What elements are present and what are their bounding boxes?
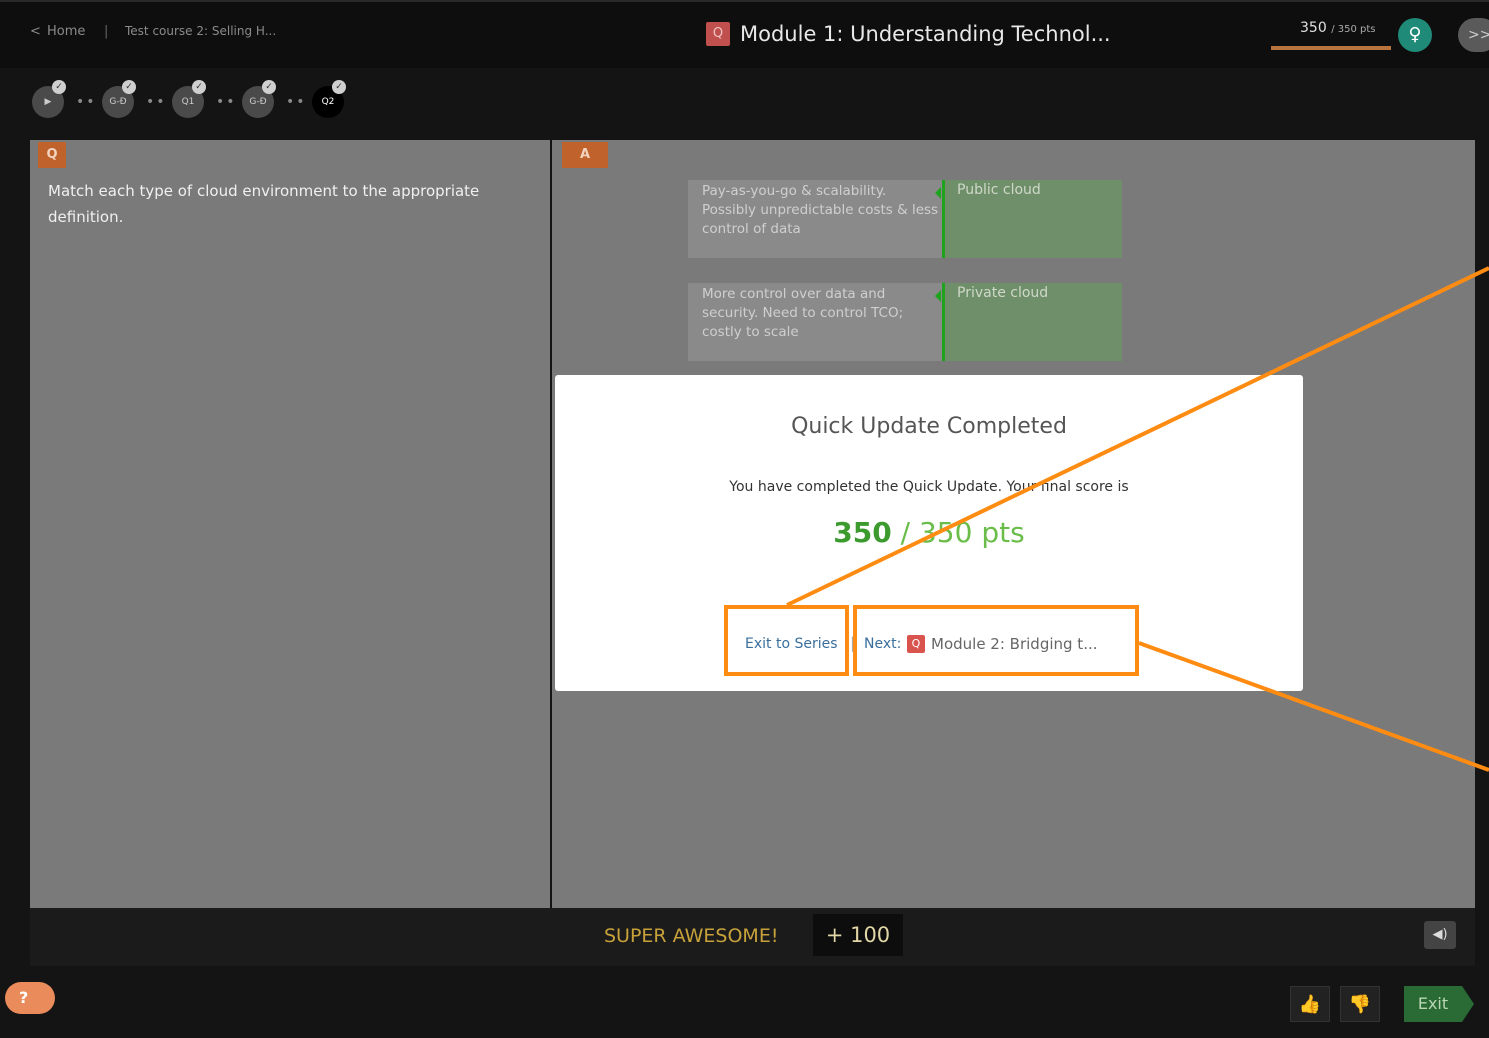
final-score-value: 350 [833,516,892,549]
back-chevron-icon[interactable]: < [30,24,41,39]
step-complete-check-icon: ✓ [332,80,346,94]
quiz-type-icon: Q [706,22,730,46]
thumbs-down-icon[interactable]: 👎 [1340,986,1380,1022]
answer-tag: A [562,142,608,168]
modal-title: Quick Update Completed [791,414,1067,439]
points-display: 350 / 350 pts [1300,20,1375,36]
step-connector: •• [216,94,237,110]
step-complete-check-icon: ✓ [52,80,66,94]
step-complete-check-icon: ✓ [192,80,206,94]
exit-to-series-highlight [724,605,849,676]
home-link[interactable]: Home [47,24,85,39]
points-value: 350 [1300,20,1327,36]
match-definition[interactable]: More control over data and security. Nee… [688,283,942,361]
sound-icon[interactable]: ◀) [1424,921,1456,949]
match-answer[interactable]: Public cloud [942,180,1122,258]
match-connector [935,187,941,199]
match-connector [935,290,941,302]
points-total: / 350 pts [1331,24,1376,35]
match-definition[interactable]: Pay-as-you-go & scalability. Possibly un… [688,180,942,258]
exit-arrow-icon[interactable] [1462,986,1474,1022]
step-connector: •• [76,94,97,110]
question-text: Match each type of cloud environment to … [48,182,480,226]
match-answer[interactable]: Private cloud [942,283,1122,361]
forward-button[interactable]: >> [1458,18,1489,52]
step-connector: •• [146,94,167,110]
user-avatar-icon[interactable]: ♀ [1398,18,1432,52]
final-score: 350 / 350 pts [555,516,1303,549]
bonus-points: + 100 [813,914,903,956]
question-panel [30,140,550,908]
feedback-message: SUPER AWESOME! [604,925,779,947]
final-score-total: / 350 pts [900,516,1025,549]
course-title-link[interactable]: Test course 2: Selling H... [125,24,276,38]
breadcrumb-separator: | [104,24,109,39]
step-connector: •• [286,94,307,110]
exit-button[interactable]: Exit [1404,986,1462,1022]
points-progress-bar [1271,46,1391,50]
next-module-highlight [853,605,1139,676]
page-title: Module 1: Understanding Technol... [740,22,1111,46]
question-tag: Q [38,142,66,168]
thumbs-up-icon[interactable]: 👍 [1290,986,1330,1022]
step-complete-check-icon: ✓ [262,80,276,94]
step-complete-check-icon: ✓ [122,80,136,94]
help-chat-icon[interactable]: ? [5,982,55,1014]
modal-message: You have completed the Quick Update. You… [729,479,1129,495]
